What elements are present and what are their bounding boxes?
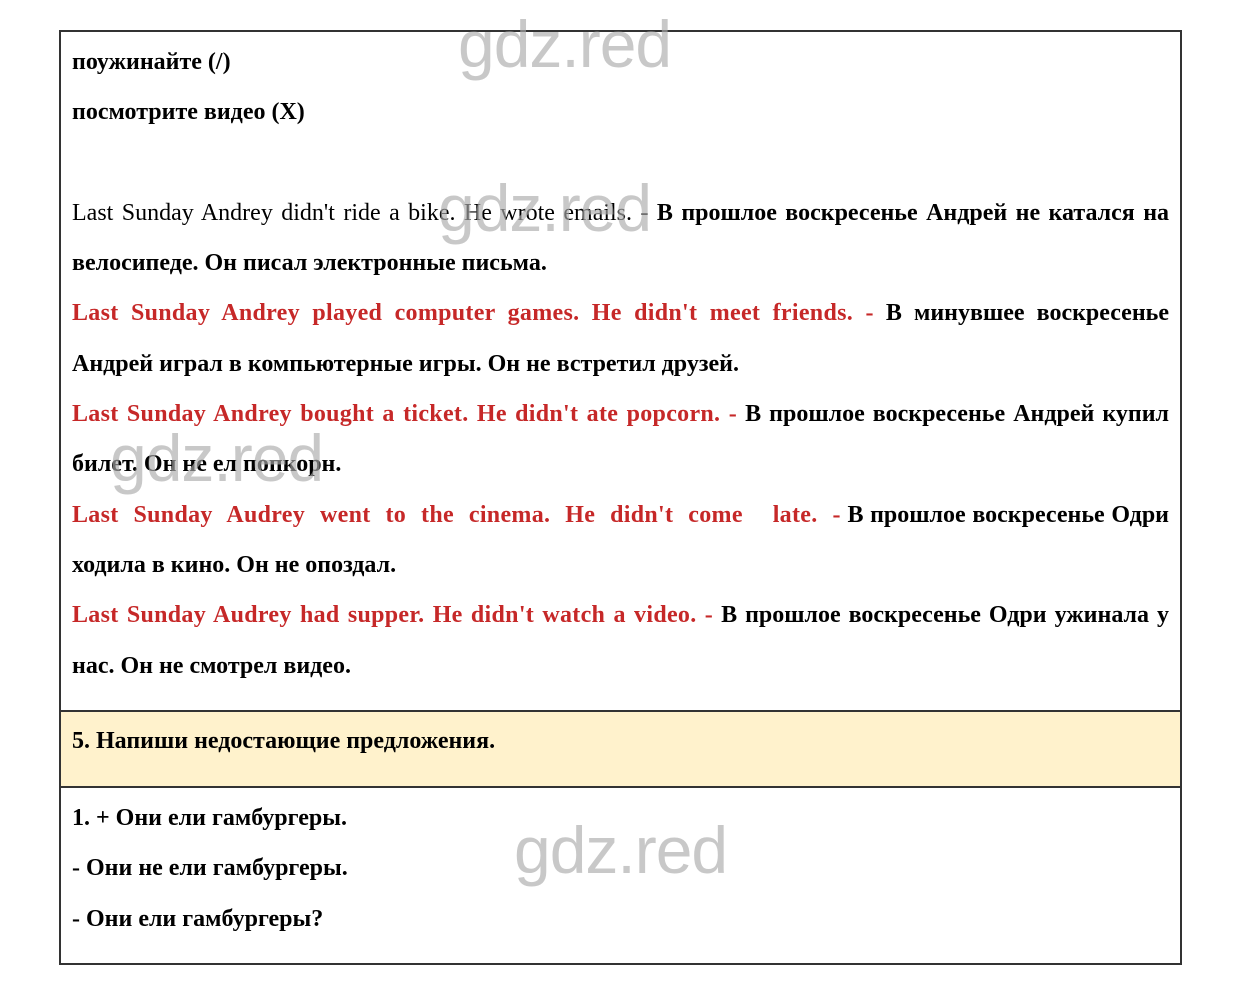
english-sentence: Last Sunday Audrey went to the cinema. H… <box>72 501 841 528</box>
task-header: 5. Напиши недостающие предложения. <box>61 710 1180 788</box>
text-line: поужинайте (/) <box>72 49 231 75</box>
english-sentence: Last Sunday Andrey didn't ride a bike. H… <box>72 199 649 226</box>
answer-line: 1. + Они ели гамбургеры. <box>72 805 347 831</box>
paragraph: Last Sunday Audrey went to the cinema. H… <box>72 490 1169 591</box>
answer-line: - Они ели гамбургеры? <box>72 905 324 932</box>
text-line: посмотрите видео (X) <box>72 99 305 126</box>
english-sentence: Last Sunday Audrey had supper. He didn't… <box>72 602 714 629</box>
answer-cell: поужинайте (/) посмотрите видео (X) Last… <box>61 32 1180 710</box>
paragraph: Last Sunday Andrey played computer games… <box>72 288 1169 389</box>
paragraph: Last Sunday Audrey had supper. He didn't… <box>72 590 1169 691</box>
english-sentence: Last Sunday Andrey bought a ticket. He d… <box>72 401 738 428</box>
answer-table: поужинайте (/) посмотрите видео (X) Last… <box>59 30 1182 965</box>
paragraph: Last Sunday Andrey didn't ride a bike. H… <box>72 188 1169 289</box>
answer-line: - Они не ели гамбургеры. <box>72 855 348 882</box>
answers-cell: 1. + Они ели гамбургеры. - Они не ели га… <box>61 788 1180 963</box>
paragraph: Last Sunday Andrey bought a ticket. He d… <box>72 389 1169 490</box>
english-sentence: Last Sunday Andrey played computer games… <box>72 300 874 327</box>
